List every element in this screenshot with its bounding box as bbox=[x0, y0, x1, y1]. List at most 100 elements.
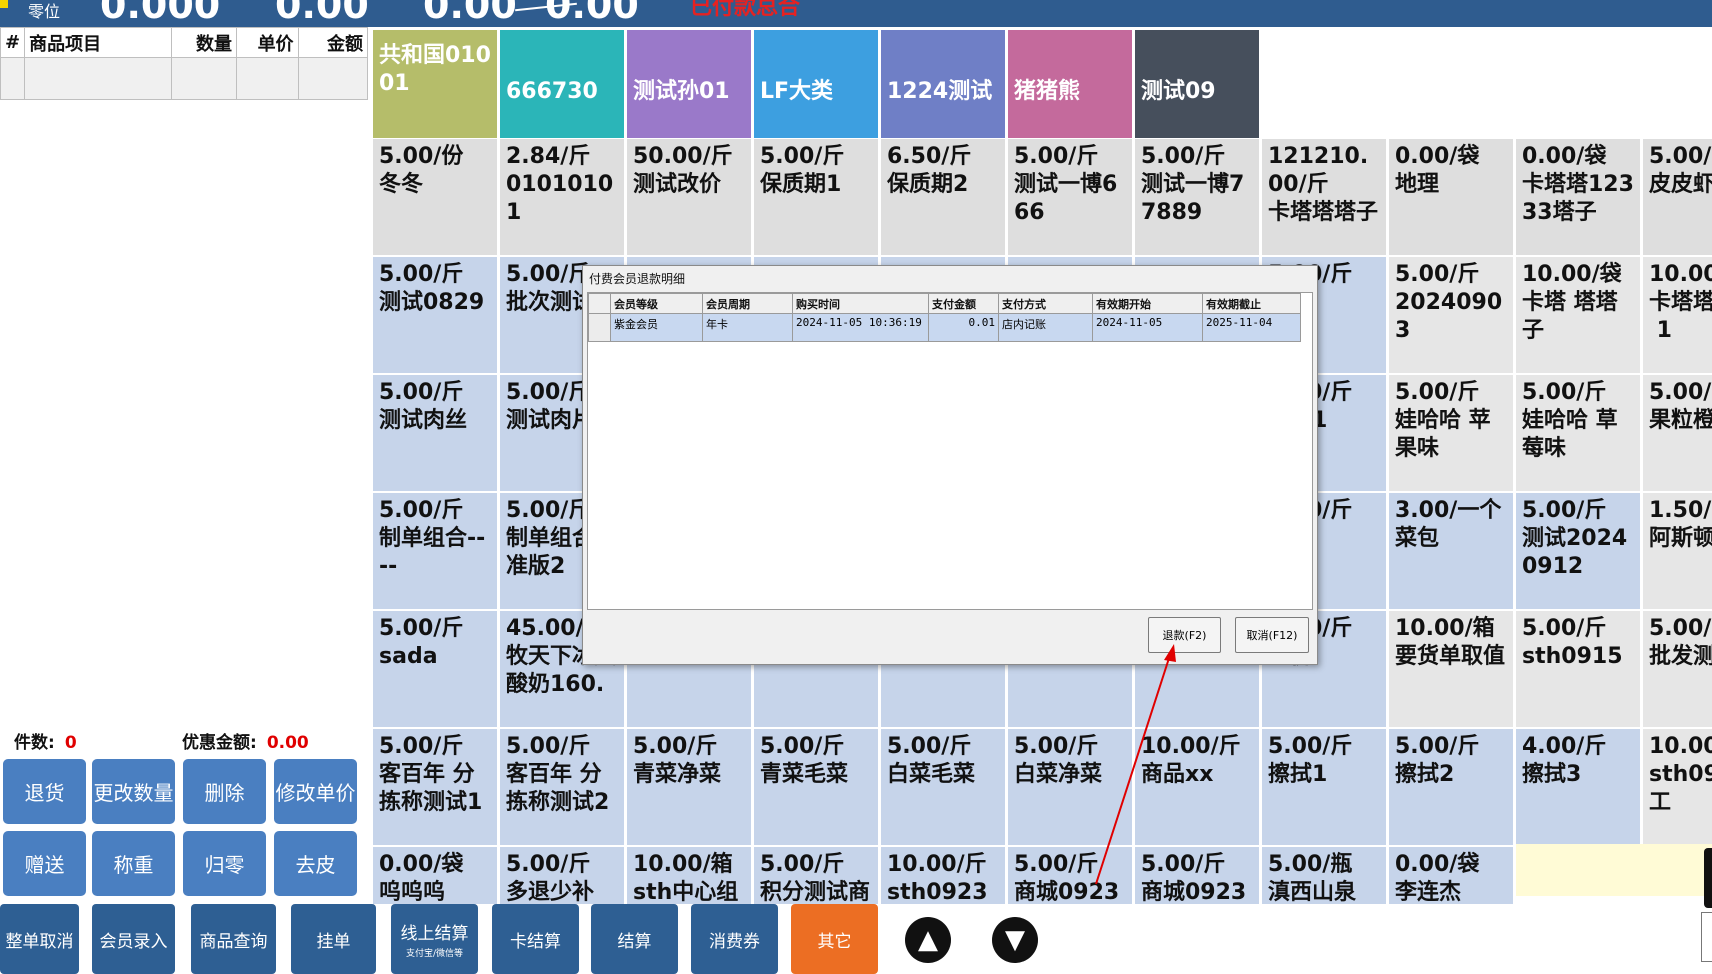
product-label: 5.00/斤 制单组合---- bbox=[379, 498, 486, 579]
toolbar-button[interactable]: 其它 bbox=[791, 904, 878, 974]
product-tile[interactable]: 5.00/斤 积分测试商 bbox=[754, 847, 878, 904]
product-tile[interactable]: 5.00/斤 测试肉丝 bbox=[373, 375, 497, 491]
product-tile[interactable]: 5.00/斤 果粒橙 bbox=[1643, 375, 1712, 491]
product-tile[interactable]: 0.00/袋 呜呜呜 bbox=[373, 847, 497, 904]
product-tile[interactable]: 6.50/斤 保质期2 bbox=[881, 139, 1005, 255]
product-label: 5.00/斤 娃哈哈 苹果味 bbox=[1395, 380, 1491, 461]
page-up-icon[interactable]: ▲ bbox=[905, 917, 951, 963]
product-tile[interactable]: 5.00/斤 白菜毛菜 bbox=[881, 729, 1005, 845]
toolbar-button-label: 线上结算 bbox=[400, 924, 469, 944]
product-tile[interactable]: 5.00/斤 娃哈哈 草莓味 bbox=[1516, 375, 1640, 491]
change-price-button[interactable]: 修改单价 bbox=[274, 759, 357, 824]
toolbar-button[interactable]: 消费券 bbox=[691, 904, 778, 974]
product-tile[interactable]: 10.00/袋 卡塔 塔塔子 bbox=[1516, 257, 1640, 373]
product-tile[interactable]: 5.00/斤 sth0915 bbox=[1516, 611, 1640, 727]
weigh-button[interactable]: 称重 bbox=[92, 831, 175, 896]
product-tile[interactable]: 10.00/箱 sth中心组 bbox=[627, 847, 751, 904]
toolbar-button[interactable]: 卡结算 bbox=[492, 904, 579, 974]
product-tile[interactable]: 0.00/袋 卡塔塔12333塔子 bbox=[1516, 139, 1640, 255]
product-tile[interactable]: 5.00/斤 商城0923 bbox=[1008, 847, 1132, 904]
cell-pay-method: 店内记账 bbox=[998, 313, 1093, 342]
gift-button[interactable]: 赠送 bbox=[3, 831, 86, 896]
alert-text: 已付款总合 bbox=[690, 0, 801, 20]
product-tile[interactable]: 10.00/斤 商品xx bbox=[1135, 729, 1259, 845]
category-tab[interactable]: 测试09 bbox=[1135, 30, 1259, 138]
product-tile[interactable]: 5.00/斤 测试一博77889 bbox=[1135, 139, 1259, 255]
product-tile[interactable]: 5.00/斤 白菜净菜 bbox=[1008, 729, 1132, 845]
product-tile[interactable]: 0.00/袋 李连杰 bbox=[1389, 847, 1513, 904]
product-label: 5.00/斤 测试肉片 bbox=[506, 380, 595, 433]
category-tab[interactable]: 测试孙01 bbox=[627, 30, 751, 138]
product-tile[interactable]: 3.00/一个 菜包 bbox=[1389, 493, 1513, 609]
product-label: 10.00/斤 sth0921工 bbox=[1649, 734, 1712, 815]
product-tile[interactable]: 5.00/斤 批发测16 bbox=[1643, 611, 1712, 727]
product-label: 50.00/斤 测试改价 bbox=[633, 144, 733, 197]
refund-button[interactable]: 退款(F2) bbox=[1148, 617, 1221, 653]
category-tab[interactable]: 1224测试 bbox=[881, 30, 1005, 138]
refund-grid[interactable]: 会员等级 会员周期 购买时间 支付金额 支付方式 有效期开始 有效期截止 紫金会… bbox=[587, 292, 1313, 610]
toolbar-button[interactable]: 商品查询 bbox=[191, 904, 276, 974]
product-tile[interactable]: 121210.00/斤 卡塔塔塔子 bbox=[1262, 139, 1386, 255]
row-selector[interactable] bbox=[588, 313, 611, 342]
product-tile[interactable]: 5.00/斤 保质期1 bbox=[754, 139, 878, 255]
product-label: 5.00/斤 客百年 分拣称测试1 bbox=[379, 734, 483, 815]
order-table[interactable]: # 商品项目 数量 单价 金额 bbox=[0, 27, 369, 100]
product-tile[interactable]: 5.00/份 冬冬 bbox=[373, 139, 497, 255]
product-tile[interactable]: 5.00/斤 制单组合---- bbox=[373, 493, 497, 609]
product-tile[interactable]: 4.00/斤 擦拭3 bbox=[1516, 729, 1640, 845]
product-tile[interactable]: 10.00/箱 要货单取值 bbox=[1389, 611, 1513, 727]
table-row[interactable]: 紫金会员 年卡 2024-11-05 10:36:19 0.01 店内记账 20… bbox=[588, 313, 1301, 342]
product-tile[interactable]: 2.84/斤 01010101 bbox=[500, 139, 624, 255]
product-tile[interactable]: 5.00/斤 青菜净菜 bbox=[627, 729, 751, 845]
category-tab[interactable]: LF大类 bbox=[754, 30, 878, 138]
product-tile[interactable]: 5.00/斤 擦拭1 bbox=[1262, 729, 1386, 845]
product-tile[interactable]: 5.00/斤 客百年 分拣称测试2 bbox=[500, 729, 624, 845]
toolbar-button[interactable]: 挂单 bbox=[291, 904, 376, 974]
product-tile[interactable]: 5.00/斤 擦拭2 bbox=[1389, 729, 1513, 845]
product-tile[interactable]: 5.00/斤 测试一博666 bbox=[1008, 139, 1132, 255]
category-tab[interactable]: 猪猪熊 bbox=[1008, 30, 1132, 138]
cancel-button[interactable]: 取消(F12) bbox=[1235, 617, 1309, 653]
edge-handle[interactable] bbox=[1704, 848, 1712, 908]
delete-button[interactable]: 删除 bbox=[183, 759, 266, 824]
toolbar-button[interactable]: 整单取消 bbox=[0, 904, 79, 974]
page-down-icon[interactable]: ▼ bbox=[992, 917, 1038, 963]
toolbar-button[interactable]: 线上结算 支付宝/微信等 bbox=[391, 904, 478, 974]
product-tile[interactable]: 5.00/斤 sada bbox=[373, 611, 497, 727]
return-button[interactable]: 退货 bbox=[3, 759, 86, 824]
product-tile[interactable]: 5.00/斤 娃哈哈 苹果味 bbox=[1389, 375, 1513, 491]
col-member-level: 会员等级 bbox=[610, 293, 703, 314]
product-tile[interactable]: 5.00/斤 测试0829 bbox=[373, 257, 497, 373]
product-tile[interactable]: 10.00/袋 卡塔塔 1 bbox=[1643, 257, 1712, 373]
category-tab[interactable]: 666730 bbox=[500, 30, 624, 138]
product-label: 5.00/份 冬冬 bbox=[379, 144, 464, 197]
category-tab[interactable]: 共和国01001 bbox=[373, 30, 497, 138]
toolbar-button[interactable]: 结算 bbox=[591, 904, 678, 974]
discount-label: 优惠金额: bbox=[182, 733, 257, 753]
product-tile[interactable]: 5.00/瓶 滇西山泉 bbox=[1262, 847, 1386, 904]
toolbar-button[interactable]: 会员录入 bbox=[92, 904, 175, 974]
product-tile[interactable]: 1.50/斤 阿斯顿 bbox=[1643, 493, 1712, 609]
product-tile[interactable]: 10.00/斤 sth0923 bbox=[881, 847, 1005, 904]
product-label: 4.00/斤 擦拭3 bbox=[1522, 734, 1607, 787]
change-quantity-button[interactable]: 更改数量 bbox=[92, 759, 175, 824]
product-tile[interactable]: 5.00/斤 20240903 bbox=[1389, 257, 1513, 373]
product-tile[interactable]: 0.00/袋 地理 bbox=[1389, 139, 1513, 255]
product-tile[interactable]: 5.00/斤 皮皮虾 bbox=[1643, 139, 1712, 255]
tare-button[interactable]: 去皮 bbox=[274, 831, 357, 896]
product-label: 10.00/斤 商品xx bbox=[1141, 734, 1241, 787]
product-tile[interactable]: 5.00/斤 多退少补 bbox=[500, 847, 624, 904]
category-label: 1224测试 bbox=[887, 79, 993, 104]
col-valid-end: 有效期截止 bbox=[1202, 293, 1301, 314]
product-label: 5.00/斤 商城0923 bbox=[1014, 852, 1120, 904]
product-tile[interactable]: 5.00/斤 测试20240912 bbox=[1516, 493, 1640, 609]
product-tile[interactable]: 10.00/斤 sth0921工 bbox=[1643, 729, 1712, 845]
zero-button[interactable]: 归零 bbox=[183, 831, 266, 896]
product-label: 5.00/斤 皮皮虾 bbox=[1649, 144, 1712, 197]
item-count-label: 件数: bbox=[14, 733, 55, 753]
product-tile[interactable]: 5.00/斤 客百年 分拣称测试1 bbox=[373, 729, 497, 845]
product-tile[interactable]: 5.00/斤 青菜毛菜 bbox=[754, 729, 878, 845]
table-row[interactable] bbox=[0, 57, 369, 100]
product-tile[interactable]: 50.00/斤 测试改价 bbox=[627, 139, 751, 255]
product-tile[interactable]: 5.00/斤 商城09231 bbox=[1135, 847, 1259, 904]
